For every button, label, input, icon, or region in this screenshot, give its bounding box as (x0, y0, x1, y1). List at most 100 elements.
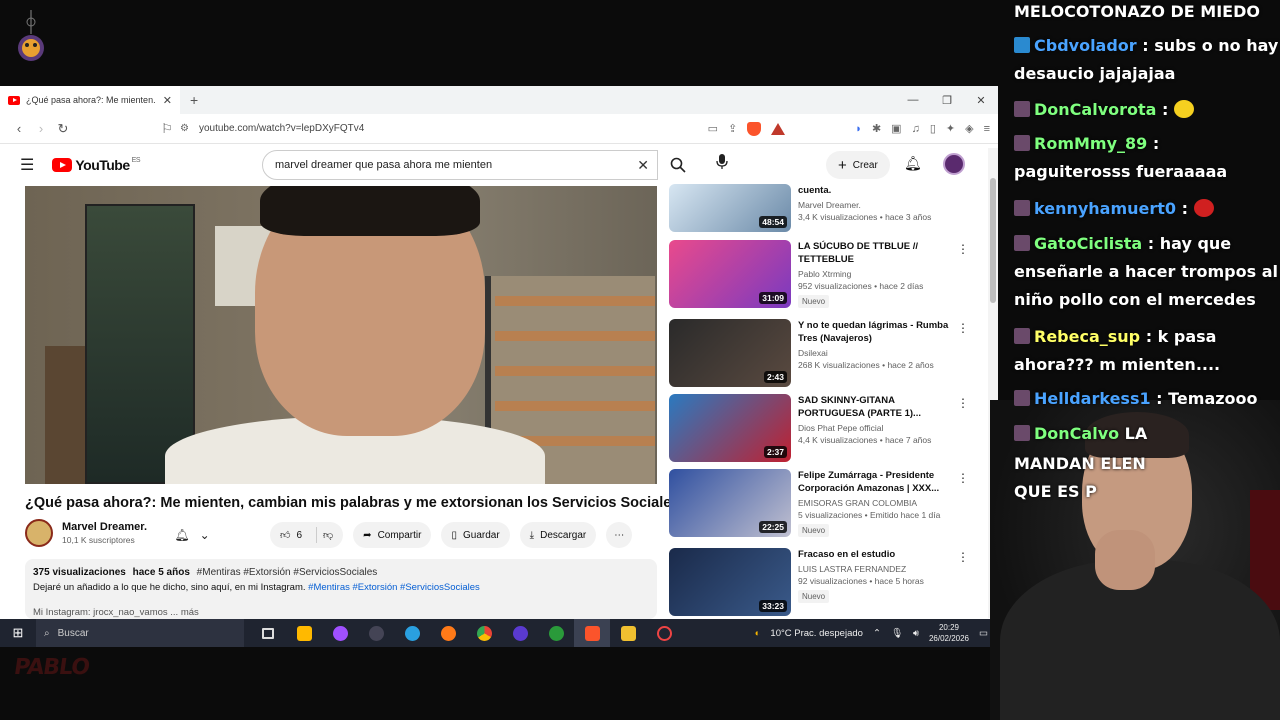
new-tab-button[interactable]: + (190, 92, 198, 108)
file-explorer-app-icon[interactable] (610, 619, 646, 647)
screenshot-icon[interactable]: ▣ (891, 122, 901, 135)
extensions-icon[interactable]: ✱ (872, 122, 881, 135)
related-title[interactable]: Felipe Zumárraga - Presidente Corporació… (798, 469, 953, 495)
related-video-item[interactable]: 22:25 Felipe Zumárraga - Presidente Corp… (669, 469, 969, 539)
chat-username[interactable]: Rebeca_sup (1034, 327, 1140, 346)
chevron-up-icon[interactable]: ⌃ (873, 628, 881, 639)
microphone-tray-icon[interactable]: 🎙︎ (891, 628, 903, 639)
download-button[interactable]: ⤓ Descargar (519, 522, 597, 548)
related-video-item[interactable]: 2:43 Y no te quedan lágrimas - Rumba Tre… (669, 319, 969, 389)
video-thumbnail[interactable]: 2:37 (669, 394, 791, 462)
related-channel[interactable]: LUIS LASTRA FERNANDEZ (798, 564, 953, 574)
related-video-item[interactable]: 33:23 Fracaso en el estudio LUIS LASTRA … (669, 548, 969, 618)
cast-icon[interactable]: ▭ (708, 122, 718, 135)
chat-username[interactable]: RomMmy_89 (1034, 134, 1147, 153)
chat-username[interactable]: DonCalvorota (1034, 100, 1156, 119)
related-title[interactable]: LA SÚCUBO DE TTBLUE // TETTEBLUE (798, 240, 953, 266)
chat-username[interactable]: Helldarkess1 (1034, 389, 1151, 408)
more-vertical-icon[interactable]: ⋮ (957, 321, 969, 335)
back-icon[interactable]: ‹ (8, 121, 30, 136)
more-vertical-icon[interactable]: ⋮ (957, 242, 969, 256)
subscription-bell-button[interactable]: 🔔︎ ⌄ (166, 522, 218, 548)
obs-app-icon[interactable] (358, 619, 394, 647)
channel-avatar[interactable] (25, 519, 53, 547)
chrome-app-icon[interactable] (466, 619, 502, 647)
share-button[interactable]: ➦ Compartir (353, 522, 432, 548)
related-channel[interactable]: EMISORAS GRAN COLOMBIA (798, 498, 953, 508)
video-thumbnail[interactable]: 22:25 (669, 469, 791, 537)
xbox-app-icon[interactable] (538, 619, 574, 647)
clear-search-icon[interactable]: ✕ (637, 157, 649, 174)
maximize-button[interactable]: ❐ (930, 94, 964, 107)
related-channel[interactable]: Dios Phat Pepe official (798, 423, 953, 433)
chat-username[interactable]: GatoCiclista (1034, 234, 1142, 253)
description-links[interactable]: #Mentiras #Extorsión #ServiciosSociales (308, 582, 480, 593)
bookmark-icon[interactable]: ⚐ (156, 121, 178, 137)
media-player-app-icon[interactable] (502, 619, 538, 647)
windows-start-icon[interactable]: ⊞ (0, 625, 36, 641)
related-title[interactable]: SAD SKINNY-GITANA PORTUGUESA (PARTE 1)..… (798, 394, 953, 420)
related-video-item[interactable]: 31:09 LA SÚCUBO DE TTBLUE // TETTEBLUE P… (669, 240, 969, 310)
scrollbar-thumb[interactable] (990, 178, 996, 303)
task-view-icon[interactable] (250, 619, 286, 647)
notification-center-icon[interactable]: ▭ (979, 628, 988, 639)
related-channel[interactable]: Dsilexai (798, 348, 953, 358)
search-input[interactable]: marvel dreamer que pasa ahora me mienten… (262, 150, 658, 180)
chat-username[interactable]: Cbdvolador (1034, 36, 1137, 55)
store-icon[interactable] (286, 619, 322, 647)
sidebar-icon[interactable]: ▯ (930, 122, 936, 135)
minimize-button[interactable]: — (896, 94, 930, 106)
close-tab-icon[interactable]: ✕ (163, 94, 172, 107)
browser-tab[interactable]: ¿Qué pasa ahora?: Me mienten. ✕ (0, 86, 180, 114)
forward-icon[interactable]: › (30, 121, 52, 136)
more-vertical-icon[interactable]: ⋮ (957, 396, 969, 410)
clock[interactable]: 20:29 26/02/2026 (929, 622, 969, 644)
video-thumbnail[interactable]: 2:43 (669, 319, 791, 387)
thumbs-down-icon[interactable]: 👎︎ (323, 529, 333, 541)
site-info-icon[interactable]: ⚙ (180, 123, 189, 134)
related-channel[interactable]: Marvel Dreamer. (798, 200, 953, 210)
more-vertical-icon[interactable]: ⋮ (957, 550, 969, 564)
volume-icon[interactable]: 🔊︎ (913, 628, 919, 639)
url-field[interactable]: ⚙ youtube.com/watch?v=lepDXyFQTv4 (174, 118, 604, 140)
speedometer-app-icon[interactable] (646, 619, 682, 647)
close-window-button[interactable]: ✕ (964, 94, 998, 107)
related-channel[interactable]: Pablo Xtrming (798, 269, 953, 279)
search-button[interactable] (658, 150, 698, 180)
chat-username[interactable]: DonCalvo (1034, 424, 1119, 443)
telegram-app-icon[interactable] (394, 619, 430, 647)
related-video-item[interactable]: 2:37 SAD SKINNY-GITANA PORTUGUESA (PARTE… (669, 394, 969, 464)
media-icon[interactable]: ♫ (912, 123, 920, 135)
related-title[interactable]: Fracaso en el estudio (798, 548, 953, 561)
reload-icon[interactable]: ↻ (52, 121, 74, 137)
share-icon[interactable]: ⇪ (728, 122, 737, 135)
related-title[interactable]: Y no te quedan lágrimas - Rumba Tres (Na… (798, 319, 953, 345)
create-button[interactable]: + Crear (826, 151, 890, 179)
taskbar-search[interactable]: ⌕ Buscar (36, 619, 244, 647)
brave-shield-icon[interactable] (747, 121, 762, 136)
video-thumbnail[interactable]: 33:23 (669, 548, 791, 616)
menu-icon[interactable]: ≡ (984, 123, 990, 135)
microphone-icon[interactable] (716, 154, 728, 173)
like-button[interactable]: 👍︎ 6 👎︎ (270, 522, 344, 548)
video-player[interactable] (25, 186, 657, 484)
leo-icon[interactable]: ✦ (946, 122, 955, 135)
weather-text[interactable]: 10°C Prac. despejado (770, 628, 863, 639)
save-button[interactable]: ▯ Guardar (441, 522, 510, 548)
vpn-icon[interactable]: ◈ (965, 122, 973, 135)
video-thumbnail[interactable]: 48:54 (669, 184, 791, 232)
description-more[interactable]: Mi Instagram: jrocx_nao_vamos ... más (33, 607, 649, 618)
description-box[interactable]: 375 visualizaciones hace 5 años #Mentira… (25, 559, 657, 619)
brave-app-icon[interactable] (574, 619, 610, 647)
firefox-app-icon[interactable] (430, 619, 466, 647)
hashtags[interactable]: #Mentiras #Extorsión #ServiciosSociales (197, 567, 378, 578)
brave-rewards-icon[interactable] (771, 122, 786, 135)
notifications-icon[interactable]: 🔔︎ (904, 155, 922, 172)
more-vertical-icon[interactable]: ⋮ (957, 471, 969, 485)
youtube-logo[interactable]: YouTube ES (52, 157, 141, 173)
video-thumbnail[interactable]: 31:09 (669, 240, 791, 308)
chat-username[interactable]: kennyhamuert0 (1034, 199, 1176, 218)
discord-app-icon[interactable] (322, 619, 358, 647)
channel-name[interactable]: Marvel Dreamer. (62, 521, 147, 533)
account-avatar[interactable] (943, 153, 965, 175)
